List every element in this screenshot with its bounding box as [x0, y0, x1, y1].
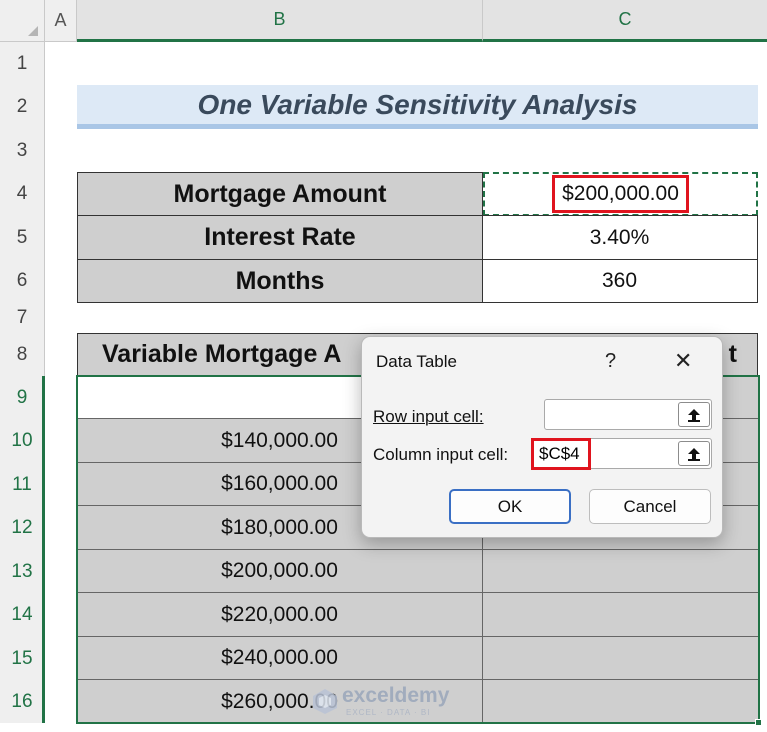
data-table-dialog: Data Table ? ✕ Row input cell: Column in…	[361, 336, 723, 538]
watermark-logo: exceldemy EXCEL · DATA · BI	[312, 684, 462, 720]
cancel-button[interactable]: Cancel	[589, 489, 711, 524]
title-banner: One Variable Sensitivity Analysis	[77, 85, 758, 129]
cell-interest-rate[interactable]: 3.40%	[482, 215, 758, 260]
select-all-corner[interactable]	[0, 0, 45, 42]
row-header-9[interactable]: 9	[0, 376, 45, 419]
collapse-arrow-icon	[688, 447, 700, 461]
label-months[interactable]: Months	[77, 259, 483, 303]
table-row[interactable]: $220,000.00	[77, 593, 483, 637]
column-header-c[interactable]: C	[483, 0, 767, 42]
mortgage-amount-value: $200,000.00	[552, 175, 689, 213]
page-title: One Variable Sensitivity Analysis	[197, 88, 638, 120]
close-icon[interactable]: ✕	[674, 348, 692, 374]
row-header-3[interactable]: 3	[0, 129, 45, 172]
column-header-a[interactable]: A	[45, 0, 77, 42]
column-header-b[interactable]: B	[77, 0, 483, 42]
row-header-11[interactable]: 11	[0, 463, 45, 506]
fill-handle[interactable]	[755, 719, 762, 726]
row-header-5[interactable]: 5	[0, 216, 45, 259]
help-button[interactable]: ?	[605, 350, 616, 373]
row-header-14[interactable]: 14	[0, 593, 45, 637]
row-header-1[interactable]: 1	[0, 42, 45, 85]
select-all-triangle-icon	[28, 26, 38, 36]
dialog-title: Data Table	[376, 352, 457, 371]
row-header-10[interactable]: 10	[0, 419, 45, 463]
row-header-12[interactable]: 12	[0, 506, 45, 550]
row-header-16[interactable]: 16	[0, 680, 45, 723]
ok-button[interactable]: OK	[449, 489, 571, 524]
table-row[interactable]: $240,000.00	[77, 637, 483, 680]
row-header-2[interactable]: 2	[0, 85, 45, 129]
row-header-13[interactable]: 13	[0, 550, 45, 593]
label-interest-rate[interactable]: Interest Rate	[77, 215, 483, 260]
collapse-arrow-icon	[688, 408, 700, 422]
row-header-selection-bar	[42, 376, 45, 723]
table-row-result[interactable]	[483, 680, 758, 723]
watermark-tagline: EXCEL · DATA · BI	[346, 708, 431, 717]
column-input-label: Column input cell:	[373, 445, 509, 464]
row-collapse-button[interactable]	[678, 402, 710, 427]
watermark-name: exceldemy	[342, 684, 450, 707]
row-header-4[interactable]: 4	[0, 172, 45, 216]
column-input-value: $C$4	[531, 438, 591, 470]
column-collapse-button[interactable]	[678, 441, 710, 466]
row-header-8[interactable]: 8	[0, 333, 45, 376]
table-row[interactable]: $200,000.00	[77, 550, 483, 593]
row-header-6[interactable]: 6	[0, 259, 45, 303]
table-row-result[interactable]	[483, 550, 758, 593]
cell-months[interactable]: 360	[482, 259, 758, 303]
exceldemy-logo-icon	[313, 689, 337, 714]
row-header-15[interactable]: 15	[0, 637, 45, 680]
row-header-7[interactable]: 7	[0, 303, 45, 333]
cell-mortgage-amount[interactable]: $200,000.00	[483, 172, 758, 216]
row-input-label: Row input cell:	[373, 407, 484, 426]
table-row-result[interactable]	[483, 637, 758, 680]
label-mortgage-amount[interactable]: Mortgage Amount	[77, 172, 483, 216]
table-row-result[interactable]	[483, 593, 758, 637]
